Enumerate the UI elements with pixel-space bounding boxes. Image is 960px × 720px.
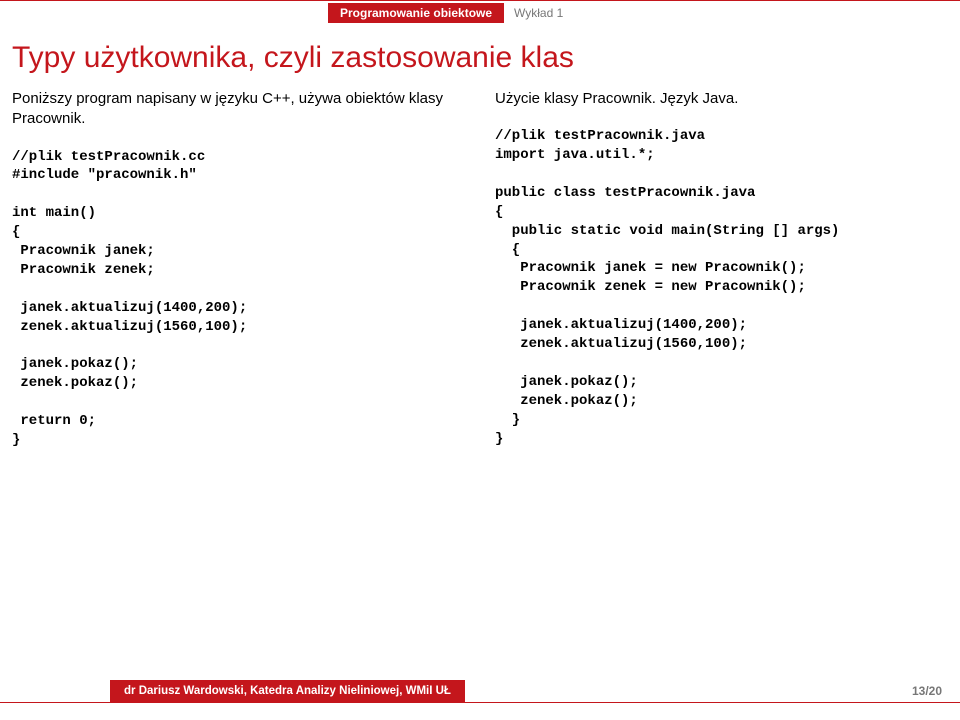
slide: Programowanie obiektowe Wykład 1 Typy uż… xyxy=(0,0,960,720)
left-column: Poniższy program napisany w języku C++, … xyxy=(12,89,465,720)
right-column: Użycie klasy Pracownik. Język Java. //pl… xyxy=(495,89,948,720)
header-red-tag: Programowanie obiektowe xyxy=(328,3,504,23)
cpp-code-block: //plik testPracownik.cc #include "pracow… xyxy=(12,148,465,450)
left-paragraph: Poniższy program napisany w języku C++, … xyxy=(12,89,465,130)
header-lecture-label: Wykład 1 xyxy=(504,3,573,23)
right-paragraph: Użycie klasy Pracownik. Język Java. xyxy=(495,89,948,109)
footer-rule xyxy=(0,702,960,703)
footer-page-number: 13/20 xyxy=(912,680,942,702)
page-title: Typy użytkownika, czyli zastosowanie kla… xyxy=(0,23,960,89)
body-columns: Poniższy program napisany w języku C++, … xyxy=(0,89,960,720)
java-code-block: //plik testPracownik.java import java.ut… xyxy=(495,127,948,448)
footer: dr Dariusz Wardowski, Katedra Analizy Ni… xyxy=(0,680,960,702)
header: Programowanie obiektowe Wykład 1 xyxy=(0,1,960,23)
footer-author: dr Dariusz Wardowski, Katedra Analizy Ni… xyxy=(110,680,465,702)
